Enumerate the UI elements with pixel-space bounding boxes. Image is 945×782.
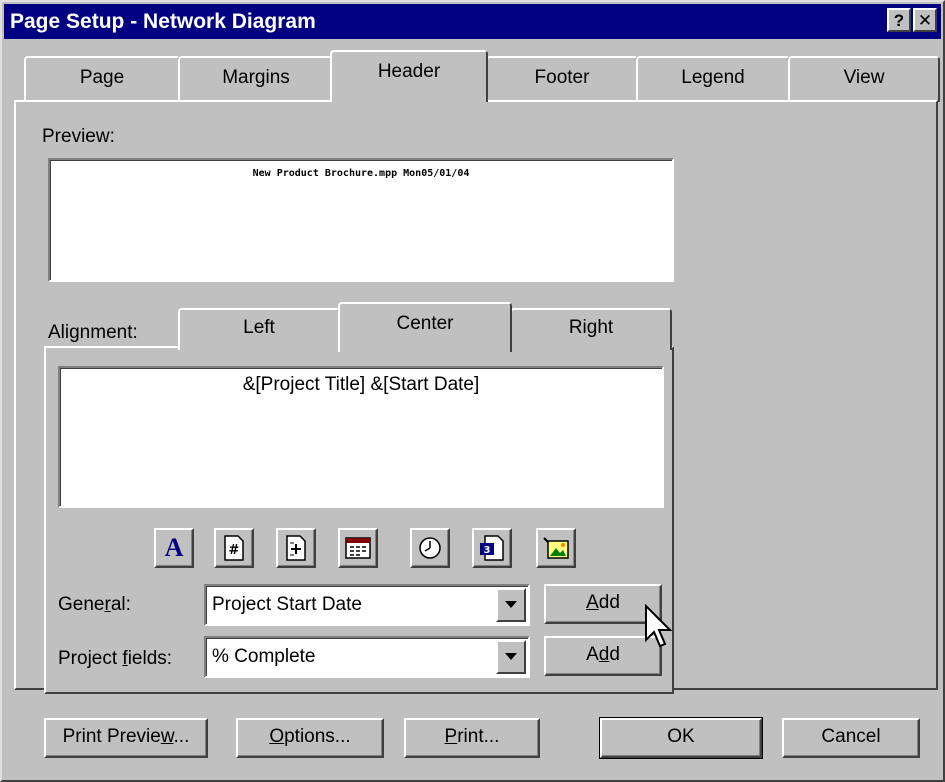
tab-label: View [843,67,885,88]
general-label: General: [58,594,131,615]
tab-view[interactable]: View [788,56,940,102]
header-text-area[interactable]: &[Project Title] &[Start Date] [58,366,664,508]
window-title: Page Setup - Network Diagram [10,10,316,33]
options-button[interactable]: Options... [236,718,384,758]
mouse-cursor-icon [645,604,673,648]
format-text-font-icon[interactable]: A [154,528,194,568]
page-setup-dialog: Page Setup - Network Diagram ? ✕ Page Ma… [0,0,945,782]
tab-label: Page [79,67,125,88]
alignment-label: Alignment: [48,322,138,343]
cancel-button[interactable]: Cancel [782,718,920,758]
tab-right[interactable]: Right [510,308,672,350]
insert-total-pages-icon[interactable] [276,528,316,568]
insert-current-date-icon[interactable] [338,528,378,568]
close-icon: ✕ [917,11,933,30]
help-icon: ? [893,11,905,30]
tab-label: Margins [222,67,290,88]
tab-left[interactable]: Left [178,308,340,350]
tab-legend[interactable]: Legend [636,56,790,102]
insert-file-name-icon[interactable]: 3 [472,528,512,568]
close-button[interactable]: ✕ [913,8,937,32]
chevron-down-icon[interactable] [496,640,526,674]
tab-footer[interactable]: Footer [486,56,638,102]
insert-picture-icon[interactable] [536,528,576,568]
tab-label: Footer [534,67,590,88]
tab-label: Center [396,313,454,334]
svg-text:#: # [229,543,240,558]
preview-box: New Product Brochure.mpp Mon05/01/04 [48,158,674,282]
project-fields-dropdown[interactable]: % Complete [204,636,530,678]
svg-text:3: 3 [484,545,491,556]
insert-page-number-icon[interactable]: # [214,528,254,568]
general-dropdown[interactable]: Project Start Date [204,584,530,626]
ok-button[interactable]: OK [599,717,763,759]
print-button[interactable]: Print... [404,718,540,758]
print-preview-button[interactable]: Print Preview... [44,718,208,758]
preview-header-text: New Product Brochure.mpp Mon05/01/04 [252,168,470,179]
chevron-down-icon[interactable] [496,588,526,622]
tab-margins[interactable]: Margins [178,56,334,102]
help-button[interactable]: ? [887,8,911,32]
insert-current-time-icon[interactable] [410,528,450,568]
title-bar[interactable]: Page Setup - Network Diagram [4,4,941,39]
tab-page[interactable]: Page [24,56,180,102]
tab-center[interactable]: Center [338,302,512,352]
tab-header[interactable]: Header [330,50,488,102]
project-fields-label: Project fields: [58,648,173,669]
tab-label: Right [568,317,614,338]
tab-label: Legend [681,67,745,88]
header-text-content: &[Project Title] &[Start Date] [242,374,480,395]
tab-label: Left [243,317,275,338]
tab-label: Header [377,61,441,82]
project-fields-dropdown-value: % Complete [212,646,316,667]
general-dropdown-value: Project Start Date [212,594,362,615]
preview-label: Preview: [42,126,115,147]
